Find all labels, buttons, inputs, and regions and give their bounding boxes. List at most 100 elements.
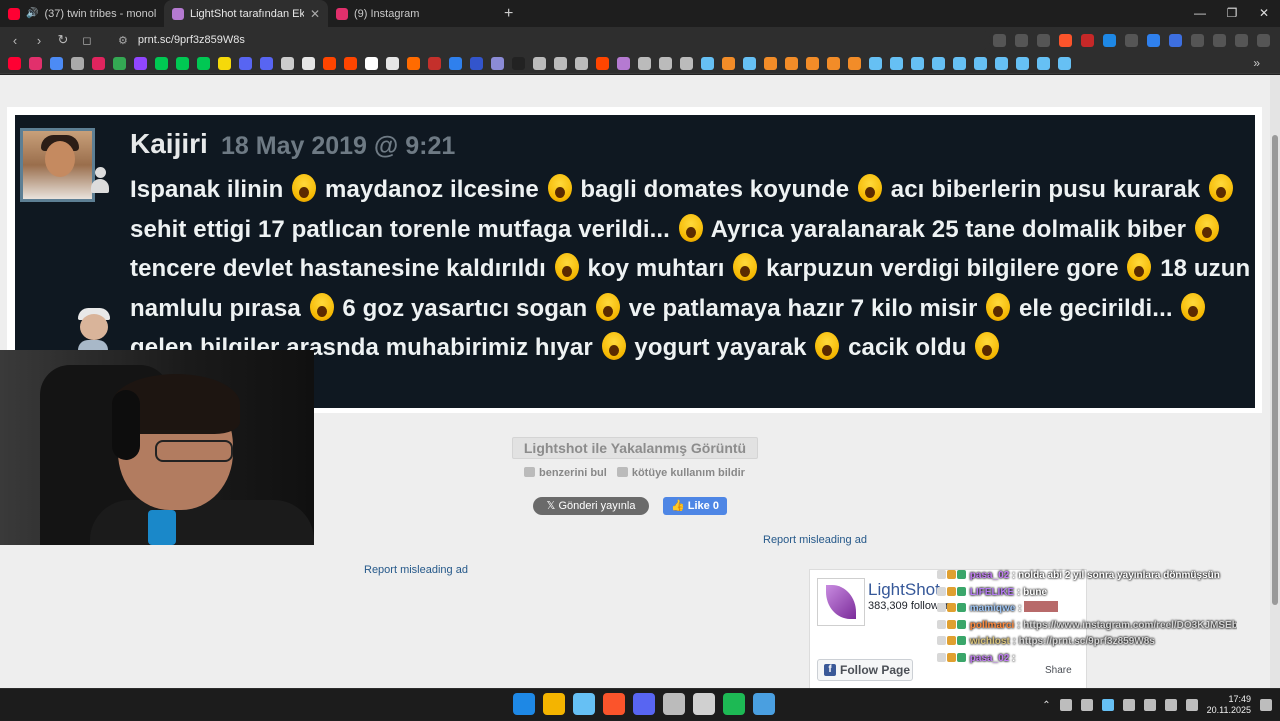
bookmark-icon[interactable] (428, 56, 441, 70)
bookmark-icon[interactable] (92, 56, 105, 70)
menu-icon[interactable] (1257, 33, 1270, 47)
extension-icon[interactable] (1103, 33, 1116, 47)
forward-button[interactable]: › (32, 33, 46, 48)
report-ad-link[interactable]: Report misleading ad (763, 534, 867, 546)
taskbar-app-icon[interactable] (663, 693, 685, 715)
follow-page-button[interactable]: f Follow Page (817, 659, 913, 681)
bookmark-icon[interactable] (575, 56, 588, 70)
back-button[interactable]: ‹ (8, 33, 22, 48)
bookmark-icon[interactable] (470, 56, 483, 70)
extension-icon[interactable] (1081, 33, 1094, 47)
bookmark-icon[interactable] (722, 56, 735, 70)
share-icon[interactable] (1037, 33, 1050, 47)
bookmark-icon[interactable] (386, 56, 399, 70)
bookmark-icon[interactable] (512, 56, 525, 70)
bookmark-icon[interactable] (344, 56, 357, 70)
bookmark-icon[interactable] (617, 56, 630, 70)
tab-lightshot[interactable]: LightShot tarafından Ekran Görünt ✕ (164, 0, 328, 27)
bookmark-icon[interactable] (764, 56, 777, 70)
new-tab-button[interactable]: + (504, 5, 513, 23)
bookmark-icon[interactable] (323, 56, 336, 70)
bookmark-icon[interactable] (806, 56, 819, 70)
taskbar-app-icon[interactable] (603, 693, 625, 715)
microphone-icon[interactable] (1143, 699, 1156, 711)
tray-icon[interactable] (1080, 699, 1093, 711)
bookmark-icon[interactable] (554, 56, 567, 70)
bookmark-icon[interactable] (8, 56, 21, 70)
reload-button[interactable]: ↻ (56, 32, 70, 48)
cast-icon[interactable] (993, 33, 1006, 47)
clock[interactable]: 17:49 20.11.2025 (1207, 694, 1251, 716)
bookmark-icon[interactable] (596, 56, 609, 70)
bookmark-icon[interactable] (701, 56, 714, 70)
bookmark-icon[interactable] (365, 56, 378, 70)
bookmark-icon[interactable] (659, 56, 672, 70)
notification-icon[interactable] (1260, 699, 1272, 711)
tab-youtube[interactable]: 🔊 (37) twin tribes - monolith - YouT (0, 0, 164, 27)
bookmark-icon[interactable] (155, 56, 168, 70)
network-icon[interactable] (1164, 699, 1177, 711)
restore-button[interactable]: ❐ (1216, 0, 1248, 27)
page-scrollbar[interactable] (1270, 75, 1280, 688)
bookmark-icon[interactable] (1058, 56, 1071, 70)
taskbar-app-icon[interactable] (753, 693, 775, 715)
tab-instagram[interactable]: (9) Instagram (328, 0, 492, 27)
taskbar-app-icon[interactable] (633, 693, 655, 715)
steam-tray-icon[interactable] (1101, 699, 1114, 711)
address-bar[interactable]: ⚙ prnt.sc/9prf3z859W8s (110, 29, 990, 51)
bookmark-icon[interactable] (239, 56, 252, 70)
bookmark-icon[interactable] (449, 56, 462, 70)
taskbar-app-icon[interactable] (573, 693, 595, 715)
similar-link[interactable]: benzerini bul (524, 467, 607, 479)
minimize-button[interactable]: — (1184, 0, 1216, 27)
bookmark-icon[interactable] (29, 56, 42, 70)
taskbar-app-icon[interactable] (723, 693, 745, 715)
extension-icon[interactable] (1125, 33, 1138, 47)
bookmark-icon[interactable] (890, 56, 903, 70)
chevron-up-icon[interactable]: ⌃ (1042, 700, 1050, 711)
bookmark-icon[interactable] (953, 56, 966, 70)
bookmark-icon[interactable] (827, 56, 840, 70)
puzzle-icon[interactable] (1191, 33, 1204, 47)
bookmark-icon[interactable] (911, 56, 924, 70)
bookmark-icon[interactable] (134, 56, 147, 70)
taskbar-app-icon[interactable] (543, 693, 565, 715)
bookmark-icon[interactable] (848, 56, 861, 70)
bookmark-icon[interactable] (302, 56, 315, 70)
bookmark-icon[interactable] (50, 56, 63, 70)
tray-icon[interactable] (1122, 699, 1135, 711)
like-button[interactable]: 👍 Like 0 (663, 497, 727, 515)
bookmark-icon[interactable] (785, 56, 798, 70)
bookmark-icon[interactable] (533, 56, 546, 70)
bookmark-icon[interactable] (743, 56, 756, 70)
bookmark-icon[interactable] (281, 56, 294, 70)
brave-shield-icon[interactable] (1059, 33, 1072, 47)
extension-icon[interactable] (1147, 33, 1160, 47)
tweet-button[interactable]: 𝕏 Gönderi yayınla (533, 497, 649, 515)
tray-icon[interactable] (1059, 699, 1072, 711)
close-window-button[interactable]: ✕ (1248, 0, 1280, 27)
scrollbar-thumb[interactable] (1272, 135, 1278, 605)
close-tab-icon[interactable]: ✕ (310, 7, 320, 21)
volume-icon[interactable] (1185, 699, 1198, 711)
facebook-page-name[interactable]: LightShot (868, 580, 940, 600)
report-ad-link[interactable]: Report misleading ad (364, 564, 468, 576)
bookmark-icon[interactable] (71, 56, 84, 70)
sidebar-icon[interactable] (1213, 33, 1226, 47)
bookmark-icon[interactable] (974, 56, 987, 70)
bookmark-icon[interactable] (869, 56, 882, 70)
bookmark-page-button[interactable]: ◻ (80, 34, 94, 47)
site-info-icon[interactable]: ⚙ (118, 34, 128, 47)
bookmark-icon[interactable] (680, 56, 693, 70)
bookmark-icon[interactable] (218, 56, 231, 70)
bookmark-icon[interactable] (197, 56, 210, 70)
bookmark-icon[interactable] (260, 56, 273, 70)
taskbar-app-icon[interactable] (693, 693, 715, 715)
report-abuse-link[interactable]: kötüye kullanım bildir (616, 467, 745, 479)
bookmark-icon[interactable] (113, 56, 126, 70)
zoom-icon[interactable] (1015, 33, 1028, 47)
media-icon[interactable] (1235, 33, 1248, 47)
extension-icon[interactable] (1169, 33, 1182, 47)
bookmark-icon[interactable] (638, 56, 651, 70)
bookmark-icon[interactable] (932, 56, 945, 70)
